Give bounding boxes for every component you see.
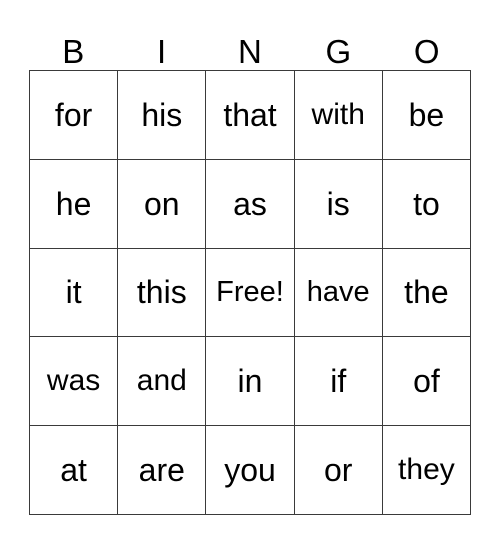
bingo-cell[interactable]: the: [382, 248, 472, 338]
bingo-cell-label: be: [408, 96, 445, 133]
bingo-cell-label: you: [224, 452, 276, 489]
bingo-cell-label: on: [144, 185, 180, 222]
bingo-cell[interactable]: to: [382, 159, 472, 249]
bingo-cell-label: if: [330, 363, 347, 400]
bingo-cell[interactable]: that: [206, 71, 295, 160]
bingo-header-letter-n: N: [238, 33, 262, 70]
bingo-cell-label: with: [311, 97, 365, 131]
bingo-card: B I N G O for his that with be he on as …: [29, 14, 472, 515]
bingo-cell[interactable]: or: [294, 426, 383, 515]
bingo-cell[interactable]: with: [294, 71, 383, 160]
bingo-cell-label: was: [46, 364, 101, 398]
bingo-cell[interactable]: of: [382, 337, 472, 427]
bingo-cell-label: and: [136, 364, 187, 398]
bingo-cell-label: have: [306, 276, 370, 309]
bingo-cell[interactable]: he: [30, 159, 119, 249]
bingo-cell-label: his: [141, 96, 183, 133]
bingo-cell-label: he: [55, 185, 92, 222]
bingo-row: it this Free! have the: [30, 248, 472, 338]
bingo-cell[interactable]: have: [294, 248, 383, 338]
bingo-header-letter-g: G: [325, 33, 352, 70]
bingo-header-row: B I N G O: [29, 14, 471, 70]
bingo-cell[interactable]: and: [118, 337, 207, 427]
bingo-cell[interactable]: they: [382, 426, 472, 515]
bingo-cell[interactable]: this: [118, 248, 207, 338]
bingo-cell[interactable]: are: [118, 426, 207, 515]
bingo-cell-label: at: [60, 452, 87, 489]
bingo-cell[interactable]: at: [30, 426, 119, 515]
bingo-cell[interactable]: for: [30, 71, 119, 160]
bingo-header-letter-i: I: [157, 33, 167, 70]
bingo-cell-label: is: [326, 185, 350, 222]
bingo-row: for his that with be: [30, 71, 472, 160]
bingo-cell-label: to: [413, 185, 440, 222]
bingo-header-letter-o: O: [413, 33, 440, 70]
bingo-cell[interactable]: on: [118, 159, 207, 249]
bingo-cell[interactable]: it: [30, 248, 119, 338]
bingo-cell-label: they: [398, 453, 455, 487]
bingo-cell-label: are: [138, 452, 185, 489]
bingo-cell-label: in: [237, 363, 263, 400]
bingo-header-letter-b: B: [62, 33, 85, 70]
bingo-free-space-cell[interactable]: Free!: [206, 248, 295, 338]
bingo-cell-label: or: [323, 452, 353, 489]
bingo-cell-label: it: [65, 274, 82, 311]
bingo-cell-label: that: [223, 96, 277, 133]
bingo-cell[interactable]: is: [294, 159, 383, 249]
bingo-cell[interactable]: if: [294, 337, 383, 427]
bingo-free-space-label: Free!: [216, 276, 284, 309]
bingo-cell[interactable]: in: [206, 337, 295, 427]
bingo-cell[interactable]: was: [30, 337, 119, 427]
bingo-cell[interactable]: his: [118, 71, 207, 160]
bingo-cell-label: this: [136, 274, 187, 311]
bingo-cell[interactable]: as: [206, 159, 295, 249]
bingo-cell[interactable]: be: [382, 71, 472, 160]
bingo-grid: for his that with be he on as is to it t…: [29, 70, 472, 515]
bingo-cell[interactable]: you: [206, 426, 295, 515]
bingo-row: at are you or they: [30, 426, 472, 515]
bingo-cell-label: as: [233, 185, 267, 222]
bingo-cell-label: the: [404, 274, 449, 311]
bingo-row: he on as is to: [30, 159, 472, 249]
bingo-cell-label: of: [413, 363, 440, 400]
bingo-row: was and in if of: [30, 337, 472, 427]
bingo-cell-label: for: [54, 96, 93, 133]
